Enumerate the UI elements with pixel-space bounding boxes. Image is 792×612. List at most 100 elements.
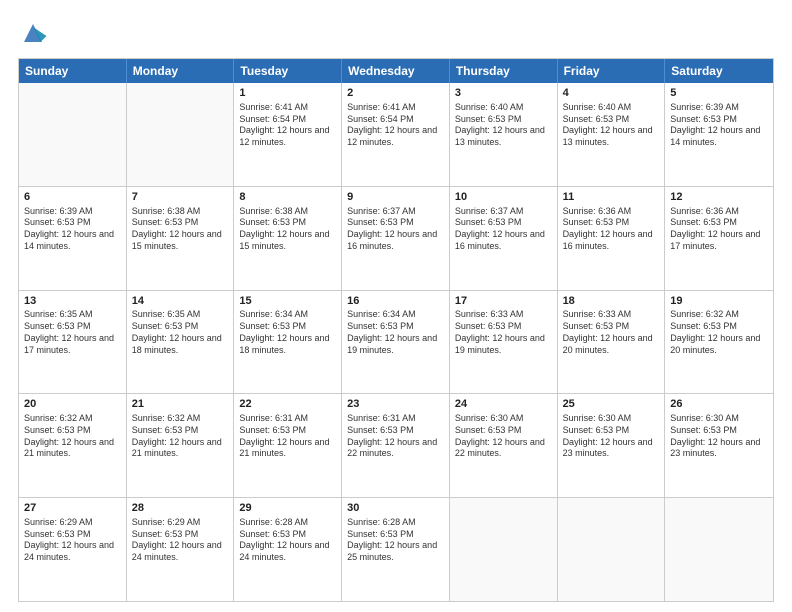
day-number: 18 <box>563 294 660 309</box>
calendar-cell: 14 Sunrise: 6:35 AM Sunset: 6:53 PM Dayl… <box>127 291 235 394</box>
day-number: 17 <box>455 294 552 309</box>
calendar-cell: 2 Sunrise: 6:41 AM Sunset: 6:54 PM Dayli… <box>342 83 450 186</box>
cell-info: Sunrise: 6:33 AM Sunset: 6:53 PM Dayligh… <box>563 309 660 356</box>
calendar-body: 1 Sunrise: 6:41 AM Sunset: 6:54 PM Dayli… <box>19 83 773 601</box>
cell-info: Sunrise: 6:29 AM Sunset: 6:53 PM Dayligh… <box>24 517 121 564</box>
weekday-header: Saturday <box>665 59 773 83</box>
calendar-cell: 12 Sunrise: 6:36 AM Sunset: 6:53 PM Dayl… <box>665 187 773 290</box>
calendar-cell <box>127 83 235 186</box>
logo <box>18 18 52 48</box>
day-number: 2 <box>347 86 444 101</box>
day-number: 11 <box>563 190 660 205</box>
calendar-cell: 8 Sunrise: 6:38 AM Sunset: 6:53 PM Dayli… <box>234 187 342 290</box>
cell-info: Sunrise: 6:39 AM Sunset: 6:53 PM Dayligh… <box>670 102 768 149</box>
day-number: 4 <box>563 86 660 101</box>
calendar-cell: 20 Sunrise: 6:32 AM Sunset: 6:53 PM Dayl… <box>19 394 127 497</box>
cell-info: Sunrise: 6:41 AM Sunset: 6:54 PM Dayligh… <box>347 102 444 149</box>
calendar-cell: 10 Sunrise: 6:37 AM Sunset: 6:53 PM Dayl… <box>450 187 558 290</box>
calendar-cell: 19 Sunrise: 6:32 AM Sunset: 6:53 PM Dayl… <box>665 291 773 394</box>
day-number: 6 <box>24 190 121 205</box>
cell-info: Sunrise: 6:33 AM Sunset: 6:53 PM Dayligh… <box>455 309 552 356</box>
weekday-header: Friday <box>558 59 666 83</box>
day-number: 14 <box>132 294 229 309</box>
cell-info: Sunrise: 6:34 AM Sunset: 6:53 PM Dayligh… <box>347 309 444 356</box>
day-number: 10 <box>455 190 552 205</box>
cell-info: Sunrise: 6:30 AM Sunset: 6:53 PM Dayligh… <box>455 413 552 460</box>
calendar-cell: 28 Sunrise: 6:29 AM Sunset: 6:53 PM Dayl… <box>127 498 235 601</box>
day-number: 21 <box>132 397 229 412</box>
cell-info: Sunrise: 6:28 AM Sunset: 6:53 PM Dayligh… <box>347 517 444 564</box>
calendar-cell: 29 Sunrise: 6:28 AM Sunset: 6:53 PM Dayl… <box>234 498 342 601</box>
day-number: 13 <box>24 294 121 309</box>
cell-info: Sunrise: 6:30 AM Sunset: 6:53 PM Dayligh… <box>670 413 768 460</box>
calendar-cell: 5 Sunrise: 6:39 AM Sunset: 6:53 PM Dayli… <box>665 83 773 186</box>
calendar-cell: 7 Sunrise: 6:38 AM Sunset: 6:53 PM Dayli… <box>127 187 235 290</box>
calendar-cell: 17 Sunrise: 6:33 AM Sunset: 6:53 PM Dayl… <box>450 291 558 394</box>
cell-info: Sunrise: 6:29 AM Sunset: 6:53 PM Dayligh… <box>132 517 229 564</box>
weekday-header: Tuesday <box>234 59 342 83</box>
day-number: 29 <box>239 501 336 516</box>
cell-info: Sunrise: 6:38 AM Sunset: 6:53 PM Dayligh… <box>132 206 229 253</box>
day-number: 3 <box>455 86 552 101</box>
calendar-cell: 30 Sunrise: 6:28 AM Sunset: 6:53 PM Dayl… <box>342 498 450 601</box>
day-number: 15 <box>239 294 336 309</box>
weekday-header: Wednesday <box>342 59 450 83</box>
day-number: 24 <box>455 397 552 412</box>
cell-info: Sunrise: 6:31 AM Sunset: 6:53 PM Dayligh… <box>239 413 336 460</box>
calendar: SundayMondayTuesdayWednesdayThursdayFrid… <box>18 58 774 602</box>
cell-info: Sunrise: 6:28 AM Sunset: 6:53 PM Dayligh… <box>239 517 336 564</box>
cell-info: Sunrise: 6:35 AM Sunset: 6:53 PM Dayligh… <box>24 309 121 356</box>
cell-info: Sunrise: 6:41 AM Sunset: 6:54 PM Dayligh… <box>239 102 336 149</box>
calendar-cell <box>665 498 773 601</box>
calendar-row: 27 Sunrise: 6:29 AM Sunset: 6:53 PM Dayl… <box>19 497 773 601</box>
calendar-cell: 15 Sunrise: 6:34 AM Sunset: 6:53 PM Dayl… <box>234 291 342 394</box>
cell-info: Sunrise: 6:38 AM Sunset: 6:53 PM Dayligh… <box>239 206 336 253</box>
day-number: 5 <box>670 86 768 101</box>
cell-info: Sunrise: 6:35 AM Sunset: 6:53 PM Dayligh… <box>132 309 229 356</box>
page: SundayMondayTuesdayWednesdayThursdayFrid… <box>0 0 792 612</box>
day-number: 7 <box>132 190 229 205</box>
cell-info: Sunrise: 6:31 AM Sunset: 6:53 PM Dayligh… <box>347 413 444 460</box>
cell-info: Sunrise: 6:40 AM Sunset: 6:53 PM Dayligh… <box>455 102 552 149</box>
calendar-row: 13 Sunrise: 6:35 AM Sunset: 6:53 PM Dayl… <box>19 290 773 394</box>
calendar-cell: 26 Sunrise: 6:30 AM Sunset: 6:53 PM Dayl… <box>665 394 773 497</box>
day-number: 19 <box>670 294 768 309</box>
logo-icon <box>18 18 48 48</box>
calendar-cell: 16 Sunrise: 6:34 AM Sunset: 6:53 PM Dayl… <box>342 291 450 394</box>
calendar-header: SundayMondayTuesdayWednesdayThursdayFrid… <box>19 59 773 83</box>
cell-info: Sunrise: 6:36 AM Sunset: 6:53 PM Dayligh… <box>670 206 768 253</box>
cell-info: Sunrise: 6:30 AM Sunset: 6:53 PM Dayligh… <box>563 413 660 460</box>
weekday-header: Sunday <box>19 59 127 83</box>
day-number: 8 <box>239 190 336 205</box>
weekday-header: Monday <box>127 59 235 83</box>
calendar-cell: 21 Sunrise: 6:32 AM Sunset: 6:53 PM Dayl… <box>127 394 235 497</box>
cell-info: Sunrise: 6:37 AM Sunset: 6:53 PM Dayligh… <box>455 206 552 253</box>
cell-info: Sunrise: 6:40 AM Sunset: 6:53 PM Dayligh… <box>563 102 660 149</box>
day-number: 12 <box>670 190 768 205</box>
day-number: 22 <box>239 397 336 412</box>
day-number: 30 <box>347 501 444 516</box>
cell-info: Sunrise: 6:32 AM Sunset: 6:53 PM Dayligh… <box>132 413 229 460</box>
calendar-cell <box>19 83 127 186</box>
calendar-cell <box>450 498 558 601</box>
cell-info: Sunrise: 6:32 AM Sunset: 6:53 PM Dayligh… <box>670 309 768 356</box>
header <box>18 18 774 48</box>
calendar-cell <box>558 498 666 601</box>
calendar-row: 1 Sunrise: 6:41 AM Sunset: 6:54 PM Dayli… <box>19 83 773 186</box>
day-number: 25 <box>563 397 660 412</box>
calendar-cell: 24 Sunrise: 6:30 AM Sunset: 6:53 PM Dayl… <box>450 394 558 497</box>
cell-info: Sunrise: 6:34 AM Sunset: 6:53 PM Dayligh… <box>239 309 336 356</box>
day-number: 20 <box>24 397 121 412</box>
day-number: 16 <box>347 294 444 309</box>
calendar-cell: 11 Sunrise: 6:36 AM Sunset: 6:53 PM Dayl… <box>558 187 666 290</box>
calendar-row: 6 Sunrise: 6:39 AM Sunset: 6:53 PM Dayli… <box>19 186 773 290</box>
day-number: 23 <box>347 397 444 412</box>
calendar-cell: 6 Sunrise: 6:39 AM Sunset: 6:53 PM Dayli… <box>19 187 127 290</box>
calendar-cell: 9 Sunrise: 6:37 AM Sunset: 6:53 PM Dayli… <box>342 187 450 290</box>
calendar-cell: 25 Sunrise: 6:30 AM Sunset: 6:53 PM Dayl… <box>558 394 666 497</box>
calendar-cell: 22 Sunrise: 6:31 AM Sunset: 6:53 PM Dayl… <box>234 394 342 497</box>
calendar-cell: 27 Sunrise: 6:29 AM Sunset: 6:53 PM Dayl… <box>19 498 127 601</box>
day-number: 28 <box>132 501 229 516</box>
day-number: 26 <box>670 397 768 412</box>
weekday-header: Thursday <box>450 59 558 83</box>
